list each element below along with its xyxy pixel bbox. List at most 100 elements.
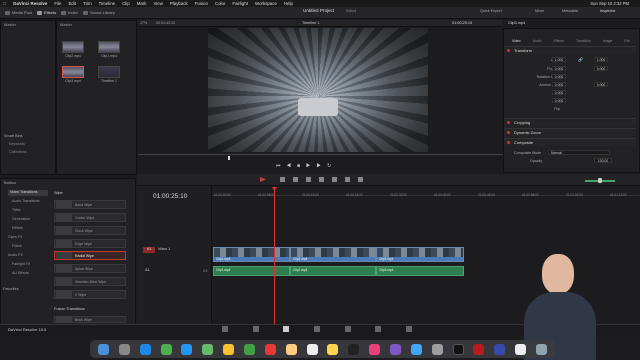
- settings-icon[interactable]: [431, 343, 443, 355]
- category-titles[interactable]: Titles: [12, 208, 20, 212]
- facetime-icon[interactable]: [243, 343, 255, 355]
- inspector-button[interactable]: Inspector: [600, 9, 616, 13]
- menu-mark[interactable]: Mark: [137, 1, 147, 6]
- audio-clip[interactable]: Clip2.mp4: [290, 266, 376, 276]
- color-page-icon[interactable]: [344, 326, 351, 332]
- transform-section[interactable]: Transform: [504, 46, 636, 54]
- fusion-page-icon[interactable]: [313, 326, 320, 332]
- video-clip[interactable]: Clip2.mp4: [290, 247, 376, 262]
- tab-video[interactable]: Video: [512, 39, 521, 43]
- position-y-field[interactable]: 0.000: [594, 66, 608, 71]
- viewer-scrubber[interactable]: [138, 154, 503, 155]
- tab-image[interactable]: Image: [603, 39, 612, 43]
- dynamic-zoom-section[interactable]: Dynamic Zoom: [504, 128, 636, 136]
- audio-clip[interactable]: Clip1.mp4: [213, 266, 290, 276]
- fairlight-page-icon[interactable]: [375, 326, 382, 332]
- music-icon[interactable]: [369, 343, 381, 355]
- tab-file[interactable]: File: [624, 39, 629, 43]
- folder-icon[interactable]: [515, 343, 527, 355]
- zoom-x-field[interactable]: 1.000: [552, 57, 566, 62]
- viewer-scrubber-handle[interactable]: [228, 156, 230, 160]
- effect-x-wipe[interactable]: X Wipe: [54, 290, 126, 299]
- effect-band-wipe[interactable]: Band Wipe: [54, 200, 126, 209]
- step-back-icon[interactable]: ◀: [287, 163, 297, 169]
- media-clip-thumbnail[interactable]: [98, 41, 120, 53]
- category-open-fx[interactable]: Open FX: [8, 235, 22, 239]
- video-clip[interactable]: Clip3.mp4: [376, 247, 464, 262]
- category-effects[interactable]: Effects: [12, 226, 23, 230]
- track-v1-label[interactable]: V1: [143, 247, 155, 253]
- effect-edge-wipe[interactable]: Edge Wipe: [54, 239, 126, 248]
- index-button[interactable]: Index: [61, 10, 78, 15]
- category-audio-fx[interactable]: Audio FX: [8, 253, 23, 257]
- finder-icon[interactable]: [97, 343, 109, 355]
- category-filters[interactable]: Filters: [12, 244, 22, 248]
- play-icon[interactable]: ▶: [306, 163, 316, 169]
- calendar-icon[interactable]: [264, 343, 276, 355]
- trim-tool-icon[interactable]: [280, 177, 285, 182]
- category-au-effects[interactable]: AU Effects: [12, 271, 29, 275]
- trash-icon[interactable]: [535, 343, 547, 355]
- replace-clip-icon[interactable]: [332, 177, 337, 182]
- opacity-field[interactable]: 100.00: [594, 158, 612, 163]
- menu-timeline[interactable]: Timeline: [99, 1, 115, 6]
- contacts-icon[interactable]: [285, 343, 297, 355]
- tv-icon[interactable]: [348, 343, 360, 355]
- zoom-y-field[interactable]: 1.000: [594, 57, 608, 62]
- davinci-resolve-icon[interactable]: [452, 343, 464, 355]
- blade-tool-icon[interactable]: [293, 177, 298, 182]
- composite-mode-dropdown[interactable]: Normal: [548, 150, 610, 155]
- podcasts-icon[interactable]: [389, 343, 401, 355]
- video-viewer[interactable]: [208, 28, 428, 152]
- timeline-selector[interactable]: Timeline 1: [302, 21, 319, 25]
- stop-icon[interactable]: ■: [297, 163, 306, 169]
- loop-icon[interactable]: ↻: [327, 163, 337, 169]
- cropping-section[interactable]: Cropping: [504, 118, 636, 126]
- step-forward-icon[interactable]: ▶: [316, 163, 326, 169]
- app-store-icon[interactable]: [410, 343, 422, 355]
- reminders-icon[interactable]: [306, 343, 318, 355]
- menu-file[interactable]: File: [54, 1, 61, 6]
- app-menu[interactable]: DaVinci Resolve: [13, 1, 47, 6]
- media-pool-button[interactable]: Media Pool: [5, 10, 32, 15]
- edit-page-icon[interactable]: [283, 326, 290, 332]
- safari-icon[interactable]: [139, 343, 151, 355]
- timeline-thumbnail[interactable]: [98, 66, 120, 78]
- maps-icon[interactable]: [202, 343, 214, 355]
- media-clip-thumbnail-selected[interactable]: [62, 66, 84, 78]
- overwrite-clip-icon[interactable]: [319, 177, 324, 182]
- section-enable-dot[interactable]: [507, 121, 510, 124]
- tab-effects[interactable]: Effects: [554, 39, 564, 43]
- tab-transition[interactable]: Transition: [576, 39, 591, 43]
- deliver-page-icon[interactable]: [405, 326, 412, 332]
- section-enable-dot[interactable]: [507, 131, 510, 134]
- menu-view[interactable]: View: [153, 1, 162, 6]
- tab-audio[interactable]: Audio: [533, 39, 542, 43]
- audio-clip[interactable]: Clip3.mp4: [376, 266, 464, 276]
- quick-export-button[interactable]: Quick Export: [480, 9, 502, 13]
- menu-fairlight[interactable]: Fairlight: [232, 1, 248, 6]
- effect-venetian-blind-wipe[interactable]: Venetian Blind Wipe: [54, 277, 126, 286]
- effects-button[interactable]: Effects: [37, 10, 56, 15]
- app-icon[interactable]: [473, 343, 485, 355]
- bin-master[interactable]: Master: [1, 21, 55, 28]
- cut-page-icon[interactable]: [252, 326, 259, 332]
- apple-icon[interactable]: : [3, 1, 6, 6]
- launchpad-icon[interactable]: [118, 343, 130, 355]
- mixer-button[interactable]: Mixer: [535, 9, 544, 13]
- volume-slider-handle[interactable]: [598, 178, 602, 183]
- section-enable-dot[interactable]: [507, 49, 510, 52]
- menu-color[interactable]: Color: [215, 1, 226, 6]
- toolbox-label[interactable]: Toolbox: [3, 181, 16, 185]
- smart-bin-keywords[interactable]: Keywords: [9, 142, 25, 146]
- linked-selection-icon[interactable]: [358, 177, 363, 182]
- rotation-field[interactable]: 0.000: [552, 74, 566, 79]
- snapping-icon[interactable]: [345, 177, 350, 182]
- playhead[interactable]: [274, 187, 275, 335]
- menu-trim[interactable]: Trim: [83, 1, 92, 6]
- menu-fusion[interactable]: Fusion: [195, 1, 208, 6]
- smart-bin-collections[interactable]: Collections: [9, 150, 27, 154]
- metadata-button[interactable]: Metadata: [562, 9, 578, 13]
- composite-section[interactable]: Composite: [504, 138, 636, 146]
- menu-edit[interactable]: Edit: [68, 1, 76, 6]
